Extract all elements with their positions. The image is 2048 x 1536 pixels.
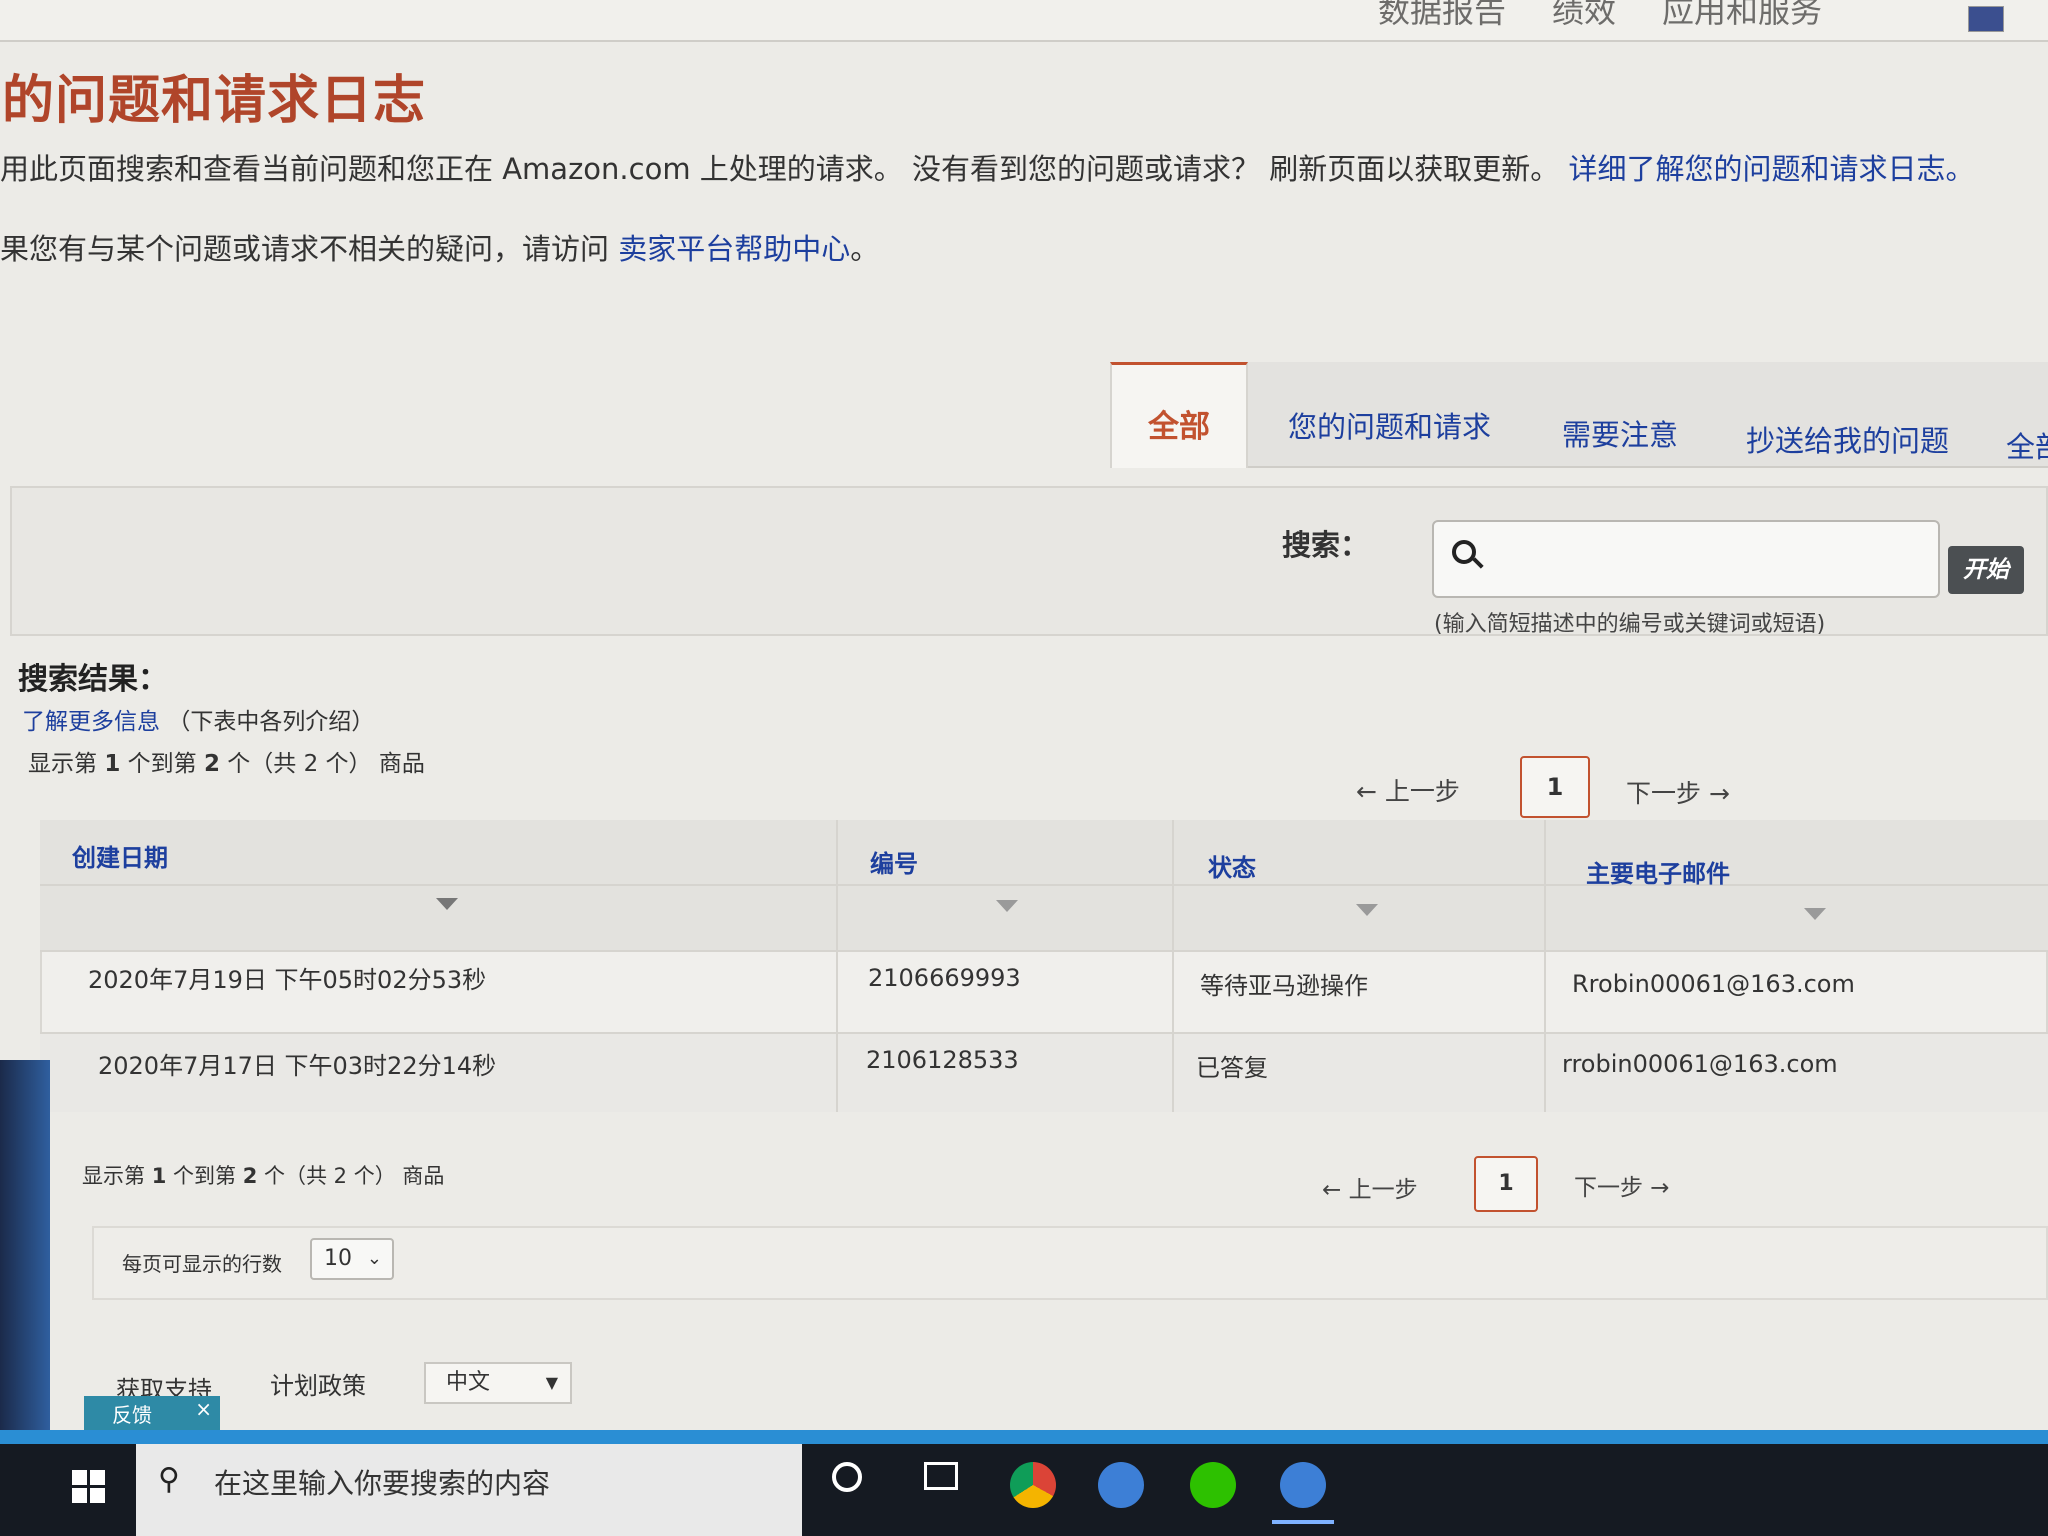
desktop-edge — [0, 1430, 2048, 1444]
footer-program-policy[interactable]: 计划政策 — [270, 1366, 366, 1401]
col-header-created-date[interactable]: 创建日期 — [72, 838, 168, 873]
result-range-bottom: 显示第 1 个到第 2 个（共 2 个） 商品 — [82, 1160, 444, 1190]
language-value: 中文 — [446, 1370, 491, 1395]
page-number-top[interactable]: 1 — [1520, 756, 1590, 818]
help-center-link[interactable]: 卖家平台帮助中心 — [618, 232, 850, 266]
rows-per-page-select[interactable]: 10 ⌄ — [310, 1238, 394, 1280]
header-divider — [40, 884, 2048, 886]
nav-reports[interactable]: 数据报告 — [1378, 0, 1506, 32]
sort-icon-id[interactable] — [996, 900, 1018, 912]
range-suffix-bottom: 个（共 2 个） 商品 — [264, 1164, 445, 1188]
rows-per-page-label: 每页可显示的行数 — [122, 1252, 282, 1276]
country-flag-icon[interactable] — [1968, 6, 2004, 32]
taskbar-search-placeholder[interactable]: 在这里输入你要搜索的内容 — [214, 1462, 550, 1502]
result-range-top: 显示第 1 个到第 2 个（共 2 个） 商品 — [28, 744, 425, 778]
page-title: 的问题和请求日志 — [2, 71, 427, 131]
task-view-icon[interactable] — [924, 1462, 958, 1490]
range-prefix: 显示第 — [28, 751, 97, 777]
col-divider-2 — [1172, 820, 1174, 1112]
search-results-title: 搜索结果： — [18, 662, 168, 697]
feedback-button[interactable]: 反馈 × — [84, 1396, 220, 1434]
col-header-email[interactable]: 主要电子邮件 — [1586, 854, 1730, 889]
range-to: 2 — [203, 751, 220, 777]
next-button-bottom[interactable]: 下一步 → — [1574, 1168, 1670, 1202]
row-2-id[interactable]: 2106128533 — [866, 1046, 1019, 1074]
tab-needs-attention[interactable]: 需要注意 — [1562, 412, 1678, 454]
app-bird-icon[interactable] — [1098, 1462, 1144, 1508]
col-divider-3 — [1544, 820, 1546, 1112]
row-2-created-date: 2020年7月17日 下午03时22分14秒 — [98, 1052, 497, 1080]
row-1-email: Rrobin00061@163.com — [1572, 970, 1855, 998]
intro-help-text: 果您有与某个问题或请求不相关的疑问，请访问 — [0, 232, 610, 266]
col-divider-1 — [836, 820, 838, 1112]
chrome-icon[interactable] — [1010, 1462, 1056, 1508]
language-select[interactable]: 中文 ▼ — [424, 1362, 572, 1404]
row-2-status: 已答复 — [1196, 1054, 1268, 1082]
tab-all-label: 全部 — [1148, 409, 1210, 445]
tab-your-issues[interactable]: 您的问题和请求 — [1288, 404, 1491, 446]
active-app-indicator — [1272, 1520, 1334, 1524]
learn-more-log-link[interactable]: 详细了解您的问题和请求日志。 — [1568, 152, 1974, 186]
intro-line-2: 果您有与某个问题或请求不相关的疑问，请访问 卖家平台帮助中心。 — [0, 226, 879, 268]
cortana-icon[interactable] — [832, 1462, 862, 1492]
tab-cc-to-me[interactable]: 抄送给我的问题 — [1746, 418, 1949, 460]
prev-button-bottom[interactable]: ← 上一步 — [1322, 1170, 1418, 1204]
close-icon[interactable]: × — [195, 1390, 212, 1428]
sort-desc-icon[interactable] — [436, 898, 458, 910]
wechat-icon[interactable] — [1190, 1462, 1236, 1508]
sort-icon-status[interactable] — [1356, 904, 1378, 916]
search-input[interactable] — [1432, 520, 1940, 598]
learn-more-suffix: （下表中各列介绍） — [167, 709, 375, 735]
range-suffix: 个（共 2 个） 商品 — [227, 751, 425, 777]
learn-more-link[interactable]: 了解更多信息 — [22, 709, 160, 735]
row-2-email: rrobin00061@163.com — [1562, 1050, 1838, 1078]
search-hint: (输入简短描述中的编号或关键词或短语) — [1434, 612, 1826, 637]
sort-icon-email[interactable] — [1804, 908, 1826, 920]
range-mid: 个到第 — [127, 751, 197, 777]
nav-apps-services[interactable]: 应用和服务 — [1662, 0, 1822, 32]
intro-period: 。 — [850, 232, 880, 266]
rows-per-page-value: 10 — [324, 1246, 352, 1271]
windows-start-icon[interactable] — [72, 1470, 106, 1504]
range-to-bottom: 2 — [242, 1164, 258, 1188]
prev-button-top[interactable]: ← 上一步 — [1356, 772, 1460, 808]
tab-all[interactable]: 全部 — [1110, 362, 1248, 468]
next-button-top[interactable]: 下一步 → — [1626, 774, 1730, 810]
search-label: 搜索： — [1282, 528, 1370, 562]
learn-more-row: 了解更多信息 （下表中各列介绍） — [22, 702, 374, 736]
chevron-down-icon: ⌄ — [366, 1248, 382, 1269]
app-bird-icon-2[interactable] — [1280, 1462, 1326, 1508]
col-header-id[interactable]: 编号 — [870, 844, 918, 879]
taskbar-search-icon: ⚲ — [158, 1462, 180, 1497]
tab-all-more[interactable]: 全部 — [2006, 424, 2048, 466]
col-header-status[interactable]: 状态 — [1208, 848, 1256, 883]
range-mid-bottom: 个到第 — [173, 1164, 236, 1188]
screen-bezel — [0, 1060, 50, 1450]
intro-text: 用此页面搜索和查看当前问题和您正在 Amazon.com 上处理的请求。 没有看… — [0, 152, 1560, 186]
search-go-button[interactable]: 开始 — [1948, 546, 2024, 594]
range-from: 1 — [104, 751, 121, 777]
range-prefix-bottom: 显示第 — [82, 1164, 145, 1188]
row-1-id[interactable]: 2106669993 — [868, 964, 1021, 992]
dropdown-arrow-icon: ▼ — [545, 1373, 558, 1392]
row-1-status: 等待亚马逊操作 — [1200, 972, 1368, 1000]
page-number-bottom[interactable]: 1 — [1474, 1156, 1538, 1212]
range-from-bottom: 1 — [151, 1164, 167, 1188]
row-divider — [40, 1032, 2048, 1034]
row-1-created-date: 2020年7月19日 下午05时02分53秒 — [88, 966, 487, 994]
nav-performance[interactable]: 绩效 — [1552, 0, 1616, 32]
feedback-label: 反馈 — [112, 1403, 152, 1427]
header-bottom-divider — [40, 950, 2048, 952]
intro-line-1: 用此页面搜索和查看当前问题和您正在 Amazon.com 上处理的请求。 没有看… — [0, 146, 1974, 188]
